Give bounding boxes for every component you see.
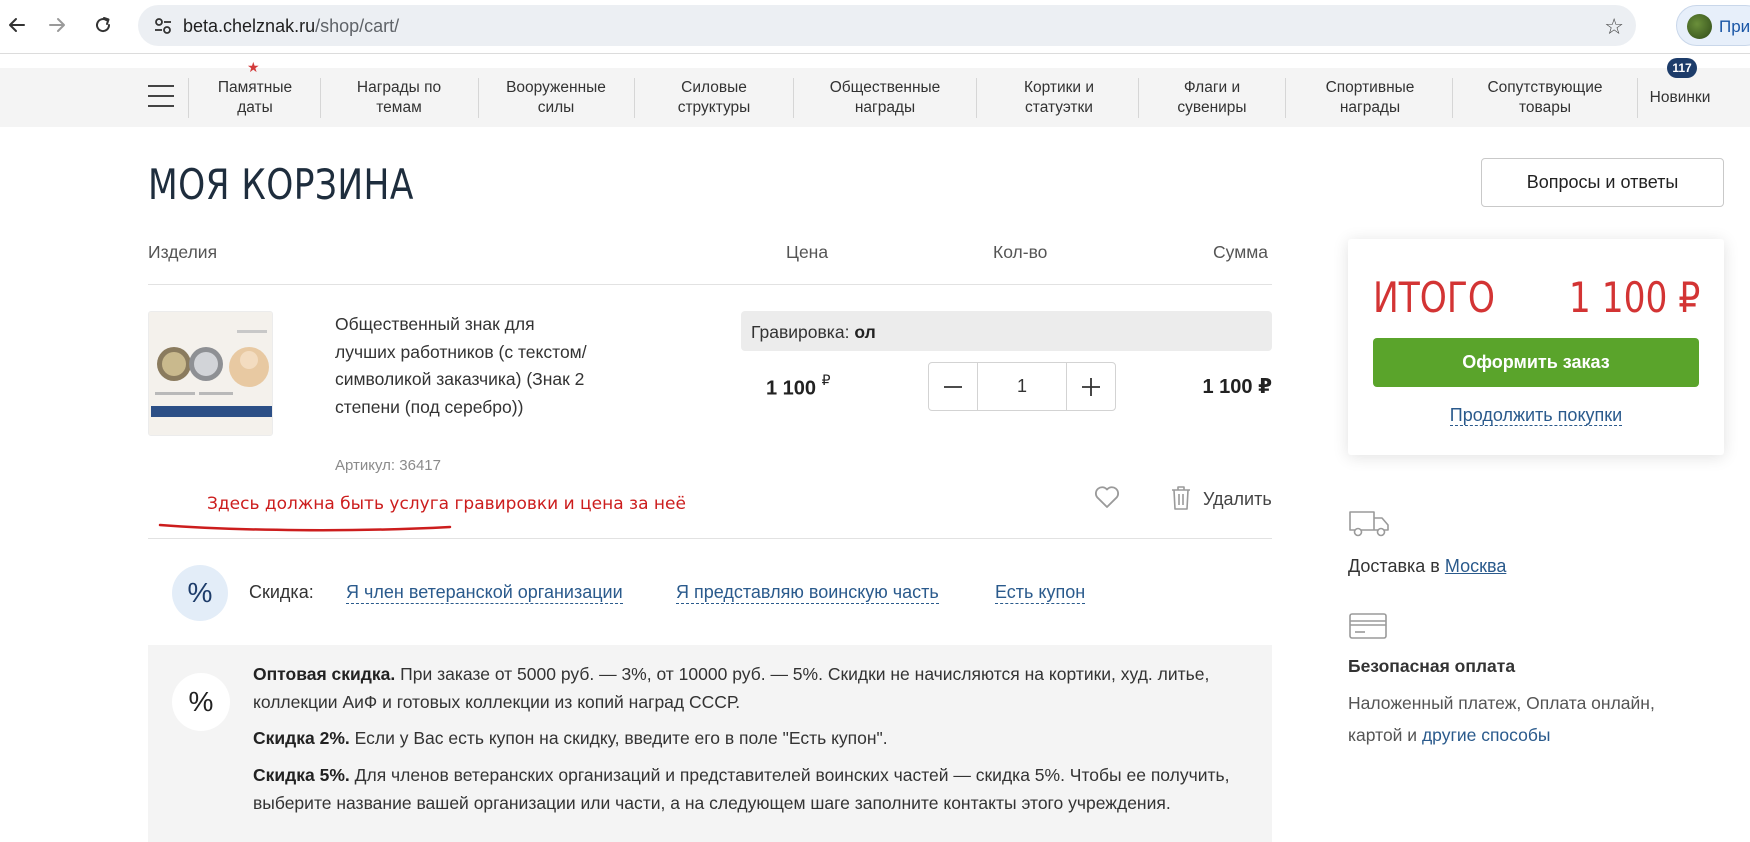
nav-item-related-goods[interactable]: Сопутствующие товары [1464,78,1626,118]
plus-icon [1082,377,1100,396]
quantity-input[interactable] [979,363,1065,410]
back-arrow-icon[interactable] [0,8,34,42]
column-header-sum: Сумма [1213,242,1268,262]
delivery-info: Доставка в Москва [1348,556,1507,576]
nav-divider [793,78,794,118]
address-bar[interactable]: beta.chelznak.ru/shop/cart/ ☆ [138,5,1636,46]
item-sum: 1 100 ₽ [1202,376,1272,398]
new-count-badge: 117 [1667,58,1697,78]
payment-description: Наложенный платеж, Оплата онлайн, картой… [1348,693,1655,745]
delete-button[interactable]: Удалить [1203,489,1272,510]
discount-options: % Скидка: Я член ветеранской организации… [148,560,1272,630]
continue-shopping-link[interactable]: Продолжить покупки [1449,405,1623,426]
discount-info-box: % Оптовая скидка. При заказе от 5000 руб… [148,645,1272,842]
nav-divider [634,78,635,118]
nav-divider [1452,78,1453,118]
quantity-stepper [928,362,1116,411]
item-price: 1 100 ₽ [766,372,831,400]
menu-hamburger-icon[interactable] [148,85,174,107]
site-settings-icon[interactable] [152,15,174,37]
forward-arrow-icon[interactable] [40,8,74,42]
credit-card-icon [1349,613,1387,639]
delivery-city-link[interactable]: Москва [1445,556,1506,576]
nav-item-new[interactable]: Новинки [1645,88,1715,128]
bookmark-star-icon[interactable]: ☆ [1604,14,1624,40]
truck-icon [1349,511,1389,537]
percent-icon: % [172,565,228,621]
browser-toolbar: beta.chelznak.ru/shop/cart/ ☆ При [0,0,1750,54]
wholesale-discount-text: Оптовая скидка. При заказе от 5000 руб. … [253,664,1210,712]
annotation-note: Здесь должна быть услуга гравировки и це… [207,494,686,514]
nav-item-daggers-statuettes[interactable]: Кортики и статуэтки [988,78,1130,118]
profile-label: При [1719,17,1750,36]
nav-divider [478,78,479,118]
column-header-price: Цена [786,242,829,262]
percent-icon: % [172,673,230,731]
payment-title: Безопасная оплата [1348,656,1516,676]
url-host: beta.chelznak.ru [183,16,316,36]
column-header-qty: Кол-во [993,242,1048,262]
reload-icon[interactable] [86,8,120,42]
column-header-items: Изделия [148,242,218,262]
engraving-label: Гравировка: [751,322,850,342]
nav-item-public-awards[interactable]: Общественные награды [805,78,965,118]
discount-label: Скидка: [249,582,314,602]
profile-button[interactable]: При [1676,5,1750,46]
heart-icon[interactable] [1094,485,1120,509]
decrease-quantity-button[interactable] [929,363,978,410]
total-label: ИТОГО [1373,273,1496,322]
nav-item-armed-forces[interactable]: Вооруженные силы [490,78,622,118]
currency-symbol: ₽ [821,372,831,388]
other-payment-methods-link[interactable]: другие способы [1422,725,1551,745]
featured-star-icon: ★ [247,59,260,75]
nav-item-sport-awards[interactable]: Спортивные награды [1297,78,1443,118]
url-path: /shop/cart/ [315,16,400,36]
faq-button[interactable]: Вопросы и ответы [1481,158,1724,207]
url-text: beta.chelznak.ru/shop/cart/ [183,16,399,37]
avatar [1687,14,1712,39]
nav-divider [1285,78,1286,118]
nav-divider [1138,78,1139,118]
site-navigation: Памятные даты Награды по темам Вооруженные… [0,68,1750,127]
continue-shopping: Продолжить покупки [1348,405,1724,426]
total-value: 1 100 ₽ [1568,273,1700,322]
product-name-link[interactable]: Общественный знак для лучших работников … [335,311,595,421]
checkout-button[interactable]: Оформить заказ [1373,338,1699,387]
discount-veteran-link[interactable]: Я член ветеранской организации [346,582,623,604]
increase-quantity-button[interactable] [1066,363,1115,410]
divider [148,538,1272,539]
minus-icon [944,385,962,388]
engraving-value: ол [854,322,876,342]
nav-item-power-structures[interactable]: Силовые структуры [646,78,782,118]
annotation-underline [158,523,452,532]
discount-military-unit-link[interactable]: Я представляю воинскую часть [676,582,939,604]
product-image [149,312,272,435]
product-sku: Артикул: 36417 [335,457,441,474]
product-thumbnail[interactable] [148,311,273,436]
nav-divider [1637,78,1638,118]
nav-item-flags-souvenirs[interactable]: Флаги и сувениры [1150,78,1274,118]
nav-item-awards-by-topic[interactable]: Награды по темам [338,78,460,118]
page-title: МОЯ КОРЗИНА [148,160,414,209]
veteran-discount-text: Скидка 5%. Для членов ветеранских органи… [253,765,1230,813]
coupon-discount-text: Скидка 2%. Если у Вас есть купон на скид… [253,728,888,748]
nav-divider [320,78,321,118]
divider [148,284,1272,285]
discount-coupon-link[interactable]: Есть купон [995,582,1086,604]
nav-divider [188,78,189,118]
order-summary-card: ИТОГО 1 100 ₽ Оформить заказ Продолжить … [1348,239,1724,455]
nav-divider [976,78,977,118]
nav-item-memorable-dates[interactable]: Памятные даты [200,78,310,118]
trash-icon[interactable] [1170,485,1192,511]
engraving-info: Гравировка: ол [741,311,1272,351]
